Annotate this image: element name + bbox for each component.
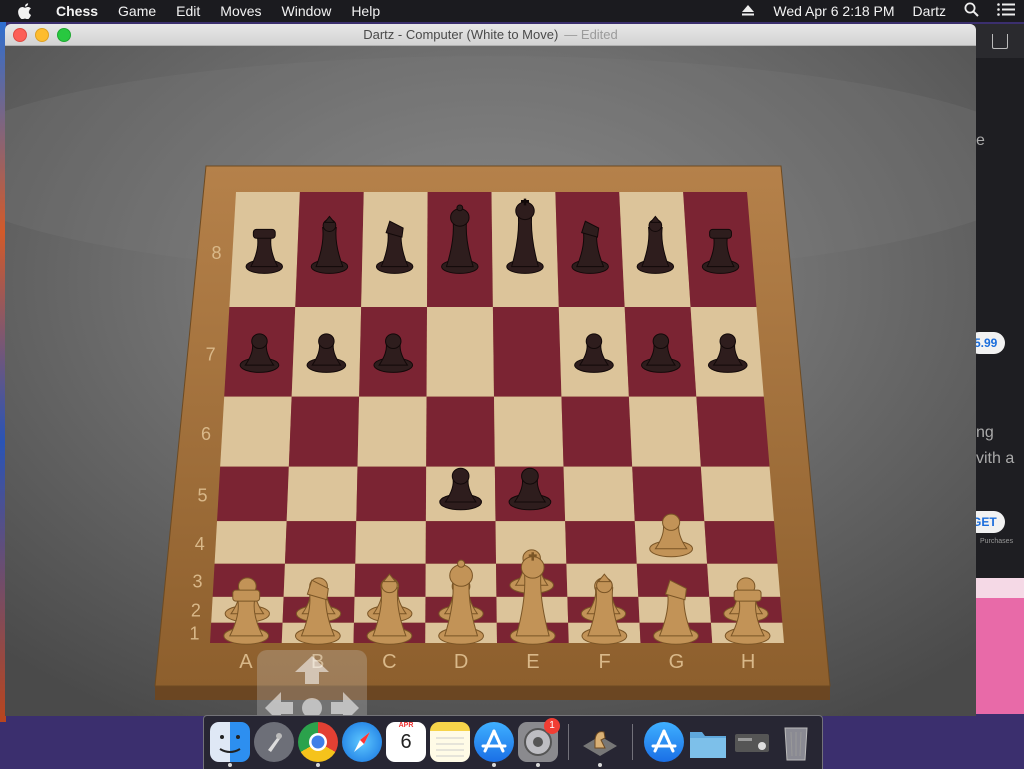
square-b4[interactable]: [284, 521, 357, 564]
rank-label: 7: [206, 345, 216, 365]
square-a5[interactable]: [217, 466, 289, 522]
finder-icon[interactable]: [210, 722, 250, 762]
running-indicator: [536, 763, 540, 767]
background-text-fragment: ng: [976, 424, 994, 441]
square-h6[interactable]: [696, 396, 770, 467]
folder-icon[interactable]: [688, 722, 728, 762]
rotate-up-arrow-icon[interactable]: [295, 656, 329, 684]
window-title-bar[interactable]: Dartz - Computer (White to Move) — Edite…: [5, 24, 976, 46]
file-label: E: [526, 651, 539, 673]
file-label: D: [454, 651, 468, 673]
square-h4[interactable]: [704, 521, 778, 564]
file-label: G: [669, 651, 685, 673]
square-c4[interactable]: [355, 521, 426, 564]
background-text-fragment: e: [976, 132, 985, 149]
chess-icon[interactable]: [580, 722, 620, 762]
disk-utility-icon[interactable]: [732, 722, 772, 762]
safari-icon[interactable]: [342, 722, 382, 762]
rank-label: 3: [193, 571, 203, 591]
square-c5[interactable]: [356, 466, 427, 522]
menu-clock[interactable]: Wed Apr 6 2:18 PM: [773, 3, 894, 19]
square-b5[interactable]: [286, 466, 358, 522]
minimize-button[interactable]: [35, 28, 49, 42]
square-f5[interactable]: [563, 466, 635, 522]
trash-icon[interactable]: [776, 722, 816, 762]
running-indicator: [492, 763, 496, 767]
square-a4[interactable]: [214, 521, 287, 564]
notification-center-icon[interactable]: [997, 3, 1015, 19]
app-card-thumbnail[interactable]: [976, 578, 1024, 714]
close-button[interactable]: [13, 28, 27, 42]
square-f6[interactable]: [561, 396, 633, 467]
running-indicator: [228, 763, 232, 767]
calendar-day: 6: [400, 731, 412, 753]
apple-menu-icon[interactable]: [16, 3, 34, 19]
notification-badge: 1: [544, 718, 560, 734]
rotate-right-arrow-icon[interactable]: [331, 692, 359, 716]
square-f4[interactable]: [565, 521, 637, 564]
spotlight-search-icon[interactable]: [964, 2, 979, 20]
menu-moves[interactable]: Moves: [210, 3, 271, 19]
camera-center-icon[interactable]: [302, 698, 322, 716]
chess-window: Dartz - Computer (White to Move) — Edite…: [5, 24, 976, 716]
square-b6[interactable]: [288, 396, 360, 467]
chess-board[interactable]: ABCDEFGH12345678: [5, 46, 976, 716]
square-d7[interactable]: [426, 306, 494, 397]
eject-icon[interactable]: [741, 3, 755, 19]
board-scene[interactable]: ABCDEFGH12345678: [5, 46, 976, 716]
rank-label: 8: [211, 243, 221, 263]
app-store-folder-icon[interactable]: [644, 722, 684, 762]
launchpad-icon[interactable]: [254, 722, 294, 762]
rank-label: 6: [201, 424, 211, 444]
file-label: A: [239, 651, 253, 673]
calendar-month: APR: [398, 722, 414, 729]
running-indicator: [598, 763, 602, 767]
calendar-icon[interactable]: APR 6: [386, 722, 426, 762]
running-indicator: [316, 763, 320, 767]
square-e6[interactable]: [493, 396, 564, 467]
menu-bar: Chess Game Edit Moves Window Help Wed Ap…: [0, 0, 1024, 22]
file-label: C: [382, 651, 396, 673]
menu-window[interactable]: Window: [272, 3, 342, 19]
camera-control[interactable]: [257, 650, 367, 716]
file-label: H: [741, 651, 755, 673]
menu-edit[interactable]: Edit: [166, 3, 210, 19]
square-d6[interactable]: [426, 396, 495, 467]
rotate-left-arrow-icon[interactable]: [265, 692, 293, 716]
notes-icon[interactable]: [430, 722, 470, 762]
menu-help[interactable]: Help: [341, 3, 390, 19]
purchases-text: Purchases: [980, 538, 1014, 545]
square-h5[interactable]: [700, 466, 775, 522]
file-label: F: [599, 651, 611, 673]
square-d4[interactable]: [425, 521, 497, 564]
rank-label: 4: [195, 534, 205, 554]
menu-user-name[interactable]: Dartz: [913, 3, 946, 19]
dock-separator: [568, 724, 569, 760]
chrome-icon[interactable]: [298, 722, 338, 762]
rank-label: 1: [190, 624, 200, 644]
square-g5[interactable]: [632, 466, 705, 522]
square-a6[interactable]: [220, 396, 292, 467]
menu-game[interactable]: Game: [108, 3, 166, 19]
dock-separator: [632, 724, 633, 760]
rank-label: 2: [191, 601, 201, 621]
share-icon[interactable]: [992, 34, 1008, 49]
square-g6[interactable]: [628, 396, 701, 467]
dock: APR 6 1: [203, 715, 823, 769]
square-e7[interactable]: [492, 306, 562, 397]
window-controls: [13, 28, 71, 42]
app-menu-chess[interactable]: Chess: [46, 3, 108, 19]
app-store-icon[interactable]: [474, 722, 514, 762]
zoom-button[interactable]: [57, 28, 71, 42]
background-text-fragment: vith a: [976, 450, 1015, 467]
square-c6[interactable]: [357, 396, 427, 467]
rank-label: 5: [197, 486, 207, 506]
background-window-toolbar: [974, 24, 1024, 58]
window-edited-label: — Edited: [564, 27, 618, 42]
window-title: Dartz - Computer (White to Move): [363, 27, 559, 42]
